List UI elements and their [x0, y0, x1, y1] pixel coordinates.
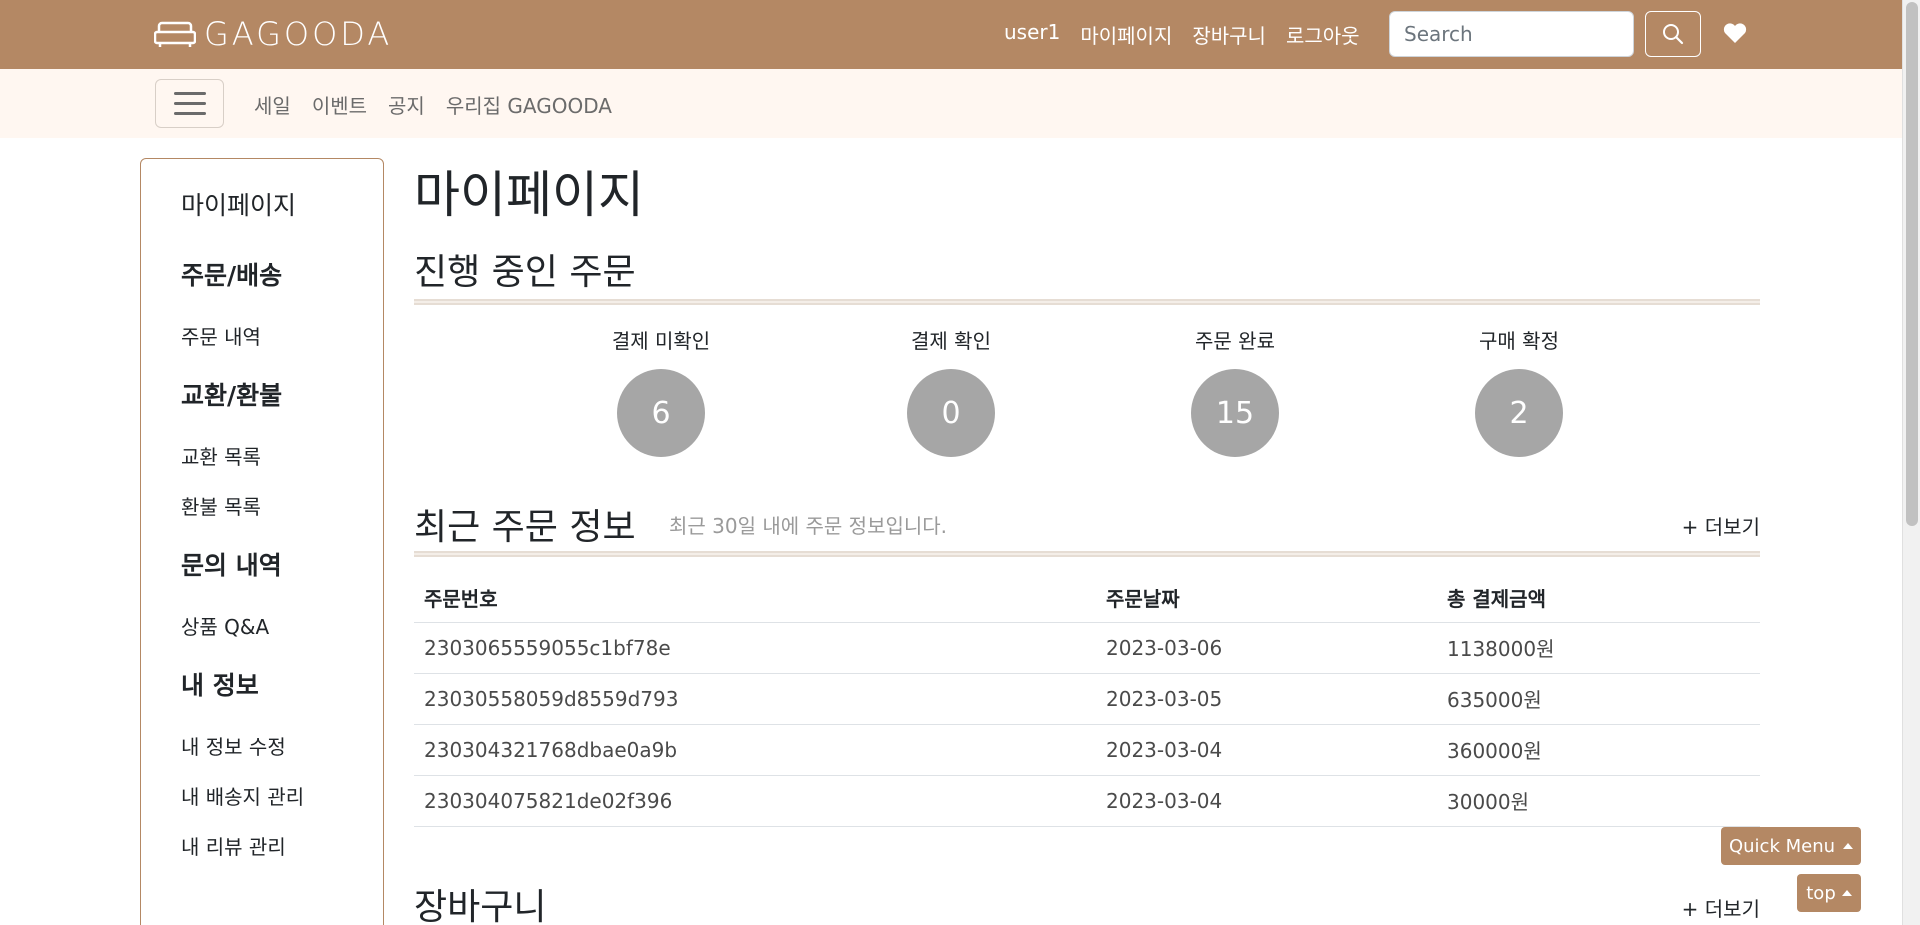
cart-title: 장바구니	[414, 887, 547, 925]
status-label: 결제 확인	[911, 329, 991, 353]
sidebar-item-reviews[interactable]: 내 리뷰 관리	[181, 831, 286, 860]
scrollbar-thumb[interactable]	[1906, 2, 1918, 526]
top-link-logout[interactable]: 로그아웃	[1286, 20, 1360, 49]
table-row[interactable]: 23030558059d8559d793 2023-03-05 635000원	[414, 673, 1760, 725]
quick-menu-label: Quick Menu	[1728, 835, 1836, 857]
order-number[interactable]: 230304321768dbae0a9b	[414, 724, 1096, 776]
sidebar-item-order-history[interactable]: 주문 내역	[181, 321, 261, 350]
order-number[interactable]: 23030558059d8559d793	[414, 673, 1096, 725]
page-title: 마이페이지	[414, 166, 644, 224]
hamburger-line	[173, 102, 206, 105]
order-date: 2023-03-05	[1096, 673, 1437, 725]
status-paid[interactable]: 결제 확인 0	[881, 325, 1021, 457]
menu-toggle-button[interactable]	[155, 79, 224, 128]
top-links: user1 마이페이지 장바구니 로그아웃	[1004, 20, 1380, 49]
brand-logo[interactable]: GAGOODA	[154, 15, 393, 53]
sub-link-ourhome[interactable]: 우리집 GAGOODA	[446, 90, 612, 119]
sub-navbar: 세일 이벤트 공지 우리집 GAGOODA	[0, 69, 1902, 138]
status-ordered[interactable]: 주문 완료 15	[1165, 325, 1305, 457]
sidebar-heading-inquiry: 문의 내역	[181, 551, 282, 580]
sub-link-sale[interactable]: 세일	[254, 90, 291, 119]
order-date: 2023-03-04	[1096, 724, 1437, 776]
sub-link-event[interactable]: 이벤트	[312, 90, 367, 119]
in-progress-title: 진행 중인 주문	[414, 252, 636, 293]
top-link-cart[interactable]: 장바구니	[1192, 20, 1266, 49]
sub-link-notice[interactable]: 공지	[388, 90, 425, 119]
top-navbar: GAGOODA user1 마이페이지 장바구니 로그아웃	[0, 0, 1902, 69]
order-total: 30000원	[1437, 775, 1760, 827]
status-label: 주문 완료	[1195, 329, 1275, 353]
sidebar-heading-myinfo: 내 정보	[181, 671, 259, 700]
sidebar-item-exchange-list[interactable]: 교환 목록	[181, 441, 261, 470]
mypage-sidebar: 마이페이지 주문/배송 주문 내역 교환/환불 교환 목록 환불 목록 문의 내…	[140, 158, 384, 925]
order-number[interactable]: 230304075821de02f396	[414, 775, 1096, 827]
order-total: 635000원	[1437, 673, 1760, 725]
section-divider	[414, 299, 1760, 305]
section-divider	[414, 551, 1760, 557]
order-date: 2023-03-04	[1096, 775, 1437, 827]
caret-up-icon	[1843, 843, 1854, 849]
order-total: 360000원	[1437, 724, 1760, 776]
top-link-user[interactable]: user1	[1004, 20, 1060, 49]
quick-menu-button[interactable]: Quick Menu	[1721, 827, 1861, 865]
status-label: 결제 미확인	[611, 329, 711, 353]
heart-icon[interactable]	[1722, 18, 1748, 48]
sidebar-item-refund-list[interactable]: 환불 목록	[181, 491, 261, 520]
sidebar-heading-order: 주문/배송	[181, 261, 283, 290]
sidebar-item-edit-info[interactable]: 내 정보 수정	[181, 731, 286, 760]
sidebar-item-product-qna[interactable]: 상품 Q&A	[181, 611, 269, 640]
status-count: 6	[617, 369, 705, 457]
table-row[interactable]: 2303065559055c1bf78e 2023-03-06 1138000원	[414, 622, 1760, 674]
brand-name: GAGOODA	[204, 15, 393, 53]
sidebar-item-address[interactable]: 내 배송지 관리	[181, 781, 304, 810]
recent-orders-subtitle: 최근 30일 내에 주문 정보입니다.	[669, 514, 948, 538]
sofa-icon	[154, 21, 196, 47]
order-date: 2023-03-06	[1096, 622, 1437, 674]
column-header-order-no: 주문번호	[414, 574, 1096, 623]
sidebar-heading-exchange: 교환/환불	[181, 381, 283, 410]
status-confirmed[interactable]: 구매 확정 2	[1449, 325, 1589, 457]
status-count: 0	[907, 369, 995, 457]
recent-orders-title: 최근 주문 정보	[414, 507, 636, 548]
sidebar-title[interactable]: 마이페이지	[181, 186, 296, 222]
recent-orders-more-link[interactable]: + 더보기	[1682, 511, 1760, 540]
cart-more-link[interactable]: + 더보기	[1682, 893, 1760, 922]
table-row[interactable]: 230304075821de02f396 2023-03-04 30000원	[414, 775, 1760, 827]
table-header-row: 주문번호 주문날짜 총 결제금액	[414, 574, 1760, 623]
order-number[interactable]: 2303065559055c1bf78e	[414, 622, 1096, 674]
recent-orders-table: 주문번호 주문날짜 총 결제금액 2303065559055c1bf78e 20…	[414, 574, 1760, 827]
column-header-order-date: 주문날짜	[1096, 574, 1437, 623]
search-input[interactable]	[1389, 11, 1634, 57]
top-link-mypage[interactable]: 마이페이지	[1080, 20, 1172, 49]
search-button[interactable]	[1645, 11, 1701, 57]
hamburger-line	[173, 112, 206, 115]
scroll-top-label: top	[1806, 882, 1836, 904]
search-icon	[1663, 24, 1684, 45]
status-unpaid[interactable]: 결제 미확인 6	[591, 325, 731, 457]
scroll-top-button[interactable]: top	[1797, 874, 1861, 912]
column-header-total: 총 결제금액	[1437, 574, 1760, 623]
order-total: 1138000원	[1437, 622, 1760, 674]
page-scrollbar[interactable]	[1902, 0, 1920, 925]
table-row[interactable]: 230304321768dbae0a9b 2023-03-04 360000원	[414, 724, 1760, 776]
sub-links: 세일 이벤트 공지 우리집 GAGOODA	[254, 90, 633, 119]
status-count: 15	[1191, 369, 1279, 457]
status-count: 2	[1475, 369, 1563, 457]
hamburger-line	[173, 92, 206, 95]
caret-up-icon	[1841, 890, 1852, 896]
status-label: 구매 확정	[1479, 329, 1559, 353]
